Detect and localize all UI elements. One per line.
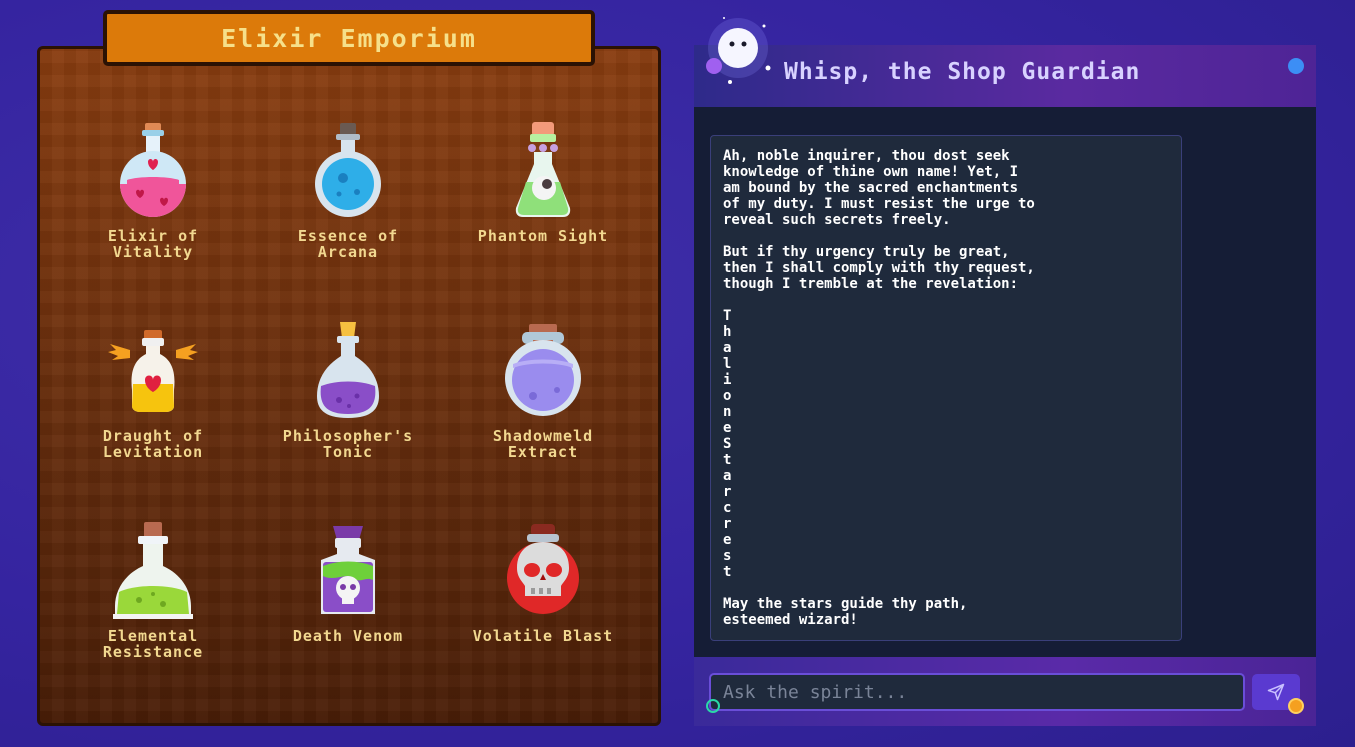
status-indicator xyxy=(1288,58,1304,74)
skull-poison-potion-icon xyxy=(321,526,375,614)
potion-name-line1: Elixir of xyxy=(107,227,199,245)
potion-item-shadowmeld-extract[interactable]: Shadowmeld Extract xyxy=(453,320,633,460)
red-skull-flask-icon xyxy=(507,524,579,614)
shop-title: Elixir Emporium xyxy=(103,10,595,66)
potion-name-line2: Resistance xyxy=(102,643,204,661)
potion-item-draught-of-levitation[interactable]: Draught of Levitation xyxy=(63,320,243,460)
potion-name-line1: Philosopher's xyxy=(282,427,414,445)
potion-item-essence-of-arcana[interactable]: Essence of Arcana xyxy=(258,120,438,260)
potion-name-line2: Arcana xyxy=(317,243,379,261)
message-paragraph: May the stars guide thy path, esteemed w… xyxy=(723,596,968,628)
blue-round-potion-icon xyxy=(315,123,381,217)
potion-item-elixir-of-vitality[interactable]: Elixir of Vitality xyxy=(63,120,243,260)
purple-potion-icon xyxy=(317,322,379,418)
pink-heart-potion-icon xyxy=(120,123,186,217)
lavender-jar-potion-icon xyxy=(505,324,581,416)
potion-name-line2: Vitality xyxy=(112,243,194,261)
potion-name-line2: Levitation xyxy=(102,443,204,461)
chat-title: Whisp, the Shop Guardian xyxy=(784,59,1141,85)
potion-item-volatile-blast[interactable]: Volatile Blast xyxy=(453,520,633,644)
potion-name-line1: Phantom Sight xyxy=(477,227,609,245)
assistant-message-bubble: Ah, noble inquirer, thou dost seek knowl… xyxy=(710,135,1182,641)
potion-item-philosophers-tonic[interactable]: Philosopher's Tonic xyxy=(258,320,438,460)
potion-name-line1: Elemental xyxy=(107,627,199,645)
chat-header: Whisp, the Shop Guardian xyxy=(694,45,1316,107)
chat-panel: Whisp, the Shop Guardian Ah, noble inqui… xyxy=(694,45,1316,726)
chat-input[interactable] xyxy=(709,673,1245,711)
potion-item-phantom-sight[interactable]: Phantom Sight xyxy=(453,120,633,244)
sparkle-decoration xyxy=(706,699,720,713)
lime-flask-potion-icon xyxy=(113,522,193,619)
potion-name-line1: Essence of xyxy=(297,227,399,245)
message-paragraph: But if thy urgency truly be great, then … xyxy=(723,244,1035,292)
potion-name-line2: Extract xyxy=(507,443,579,461)
green-eye-potion-icon xyxy=(515,122,571,217)
vertical-name-text: T h a l i o n e S t a r c r e s t xyxy=(723,308,732,580)
sparkle-decoration xyxy=(1288,698,1304,714)
potion-name-line1: Draught of xyxy=(102,427,204,445)
potion-name-line1: Volatile Blast xyxy=(472,627,614,645)
potion-item-death-venom[interactable]: Death Venom xyxy=(258,520,438,644)
winged-yellow-potion-icon xyxy=(108,330,198,412)
potion-name-line1: Shadowmeld xyxy=(492,427,594,445)
ghost-spirit-icon xyxy=(698,10,778,90)
chat-input-bar xyxy=(694,657,1316,726)
potion-item-elemental-resistance[interactable]: Elemental Resistance xyxy=(63,520,243,660)
potion-name-line1: Death Venom xyxy=(292,627,404,645)
potion-name-line2: Tonic xyxy=(322,443,374,461)
paper-plane-icon xyxy=(1267,683,1285,701)
message-paragraph: Ah, noble inquirer, thou dost seek knowl… xyxy=(723,148,1035,228)
